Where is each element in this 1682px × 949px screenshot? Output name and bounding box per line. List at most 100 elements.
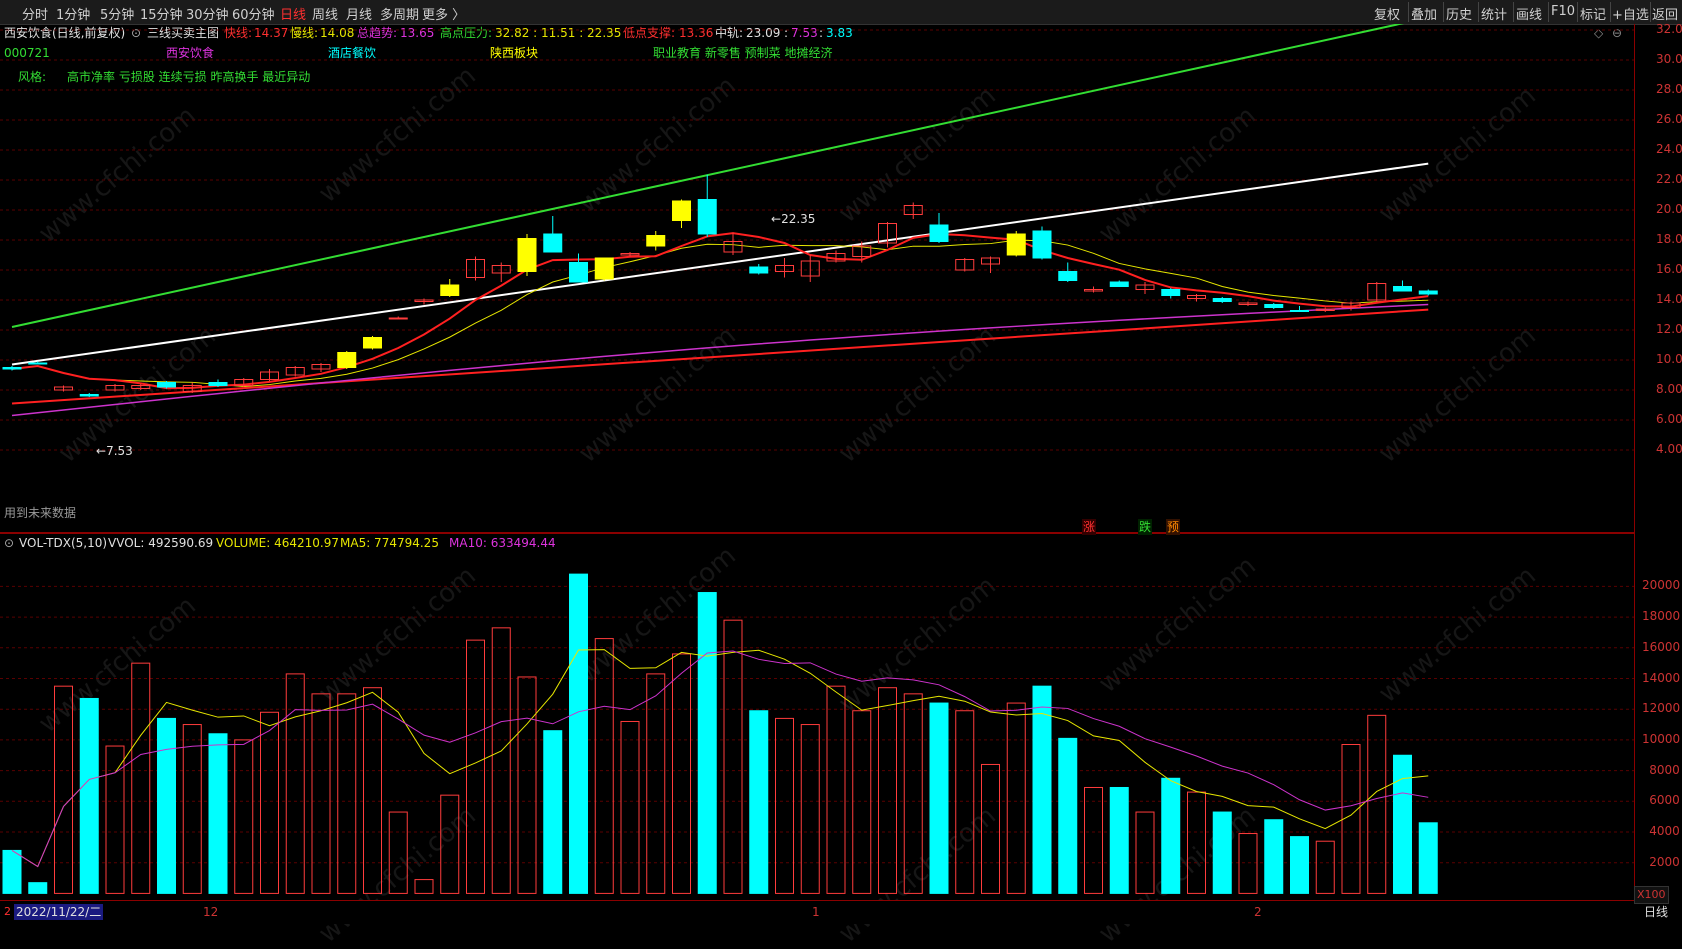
candle-body (594, 257, 614, 280)
tab-60min[interactable]: 60分钟 (232, 4, 275, 23)
volume-bar (723, 619, 743, 894)
volume-bar (852, 710, 872, 894)
price-tick-label: 12.00 (1656, 322, 1682, 336)
period-indicator: 日线 (1644, 905, 1669, 919)
resistance-line (11, 24, 1405, 328)
volume-bar (1418, 822, 1438, 894)
volume-bar (981, 763, 1000, 894)
volume-bar (157, 717, 176, 894)
button-draw-line[interactable]: 画线 (1516, 4, 1542, 23)
price-tick-label: 10.00 (1656, 352, 1682, 366)
volume-bar (1006, 702, 1026, 894)
tab-5min[interactable]: 5分钟 (100, 4, 134, 23)
button-mark[interactable]: 标记 (1580, 4, 1606, 23)
signal-predict-badge: 预 (1166, 519, 1181, 535)
volume-bar (517, 676, 537, 894)
button-add-favorite[interactable]: +自选 (1612, 4, 1649, 23)
candle-body (517, 238, 537, 272)
tab-multi-period[interactable]: 多周期 (380, 4, 419, 23)
volume-bar (955, 710, 975, 894)
volume-bar (1290, 836, 1309, 894)
volume-bar (234, 739, 254, 894)
candle-body (28, 362, 48, 365)
low-annotation: ←7.53 (96, 444, 133, 458)
button-restore-rights[interactable]: 复权 (1374, 4, 1400, 23)
tab-more[interactable]: 更多 〉 (422, 4, 465, 23)
volume-bar (929, 702, 949, 894)
volume-bar (208, 733, 228, 894)
price-tick-label: 18.00 (1656, 232, 1682, 246)
volume-bar (28, 882, 48, 894)
volume-value: VOLUME: 464210.97 (216, 536, 339, 550)
volume-bar (646, 673, 666, 894)
volume-bar (131, 662, 151, 894)
period-toolbar: 分时 1分钟 5分钟 15分钟 30分钟 60分钟 日线 周线 月线 多周期 更… (0, 0, 1682, 25)
candle-body (1393, 286, 1412, 292)
candle-body (1212, 298, 1232, 302)
volume-bar (800, 724, 820, 894)
mid-line (11, 162, 1429, 366)
tab-monthly[interactable]: 月线 (346, 4, 372, 23)
candle-body (1264, 304, 1284, 308)
volume-bar (285, 673, 305, 894)
candle-body (208, 382, 228, 386)
volume-tick-label: 4000 (1649, 824, 1680, 838)
candle-body (1161, 289, 1181, 296)
button-f10[interactable]: F10 (1551, 4, 1575, 19)
candle-body (1032, 230, 1052, 259)
volume-bar (414, 879, 434, 894)
volume-tick-label: 12000 (1642, 701, 1681, 716)
time-axis: 2 2022/11/22/二 12 1 2 日线 (0, 901, 1682, 924)
volume-bar (1212, 811, 1232, 894)
candle-body (79, 394, 99, 397)
tab-daily[interactable]: 日线 (280, 4, 306, 23)
kline-chart[interactable] (0, 24, 1682, 901)
month-label-12: 12 (203, 905, 219, 919)
month-label-2: 2 (1254, 905, 1262, 919)
ma5-value: MA5: 774794.25 (340, 536, 439, 550)
volume-bar (1058, 737, 1078, 894)
price-tick-label: 6.00 (1656, 412, 1682, 426)
button-statistics[interactable]: 统计 (1481, 4, 1507, 23)
tab-30min[interactable]: 30分钟 (186, 4, 229, 23)
price-tick-label: 28.00 (1656, 82, 1682, 96)
button-history[interactable]: 历史 (1446, 4, 1472, 23)
price-tick-label: 24.00 (1656, 142, 1682, 156)
button-back[interactable]: 返回 (1652, 4, 1678, 23)
volume-tick-label: 2000 (1649, 854, 1680, 869)
cursor-date: 2022/11/22/二 (14, 904, 104, 920)
volume-unit-label: X100 (1634, 886, 1669, 904)
tab-fenshi[interactable]: 分时 (22, 4, 48, 23)
price-tick-label: 22.00 (1656, 172, 1682, 186)
volume-tick-label: 20000 (1642, 578, 1681, 593)
volume-bar (79, 697, 99, 894)
candle-body (1006, 233, 1026, 256)
price-tick-label: 32.00 (1656, 22, 1682, 36)
tab-weekly[interactable]: 周线 (312, 4, 338, 23)
signal-up-badge: 涨 (1082, 519, 1097, 535)
tab-1min[interactable]: 1分钟 (56, 4, 90, 23)
volume-indicator-name[interactable]: VOL-TDX(5,10) (19, 535, 107, 551)
candle-body (749, 266, 769, 274)
candle-body (543, 233, 563, 253)
candle-body (697, 199, 717, 235)
volume-tick-label: 10000 (1642, 731, 1681, 746)
volume-bar (182, 724, 202, 894)
volume-bar (543, 730, 563, 894)
tab-15min[interactable]: 15分钟 (140, 4, 183, 23)
support-line (11, 308, 1429, 405)
volume-bar (594, 638, 614, 894)
volume-bar (311, 693, 331, 894)
candle-body (363, 337, 382, 349)
volume-collapse-icon[interactable]: ⊙ (4, 535, 14, 551)
candle-body (1058, 271, 1078, 281)
volume-bar (1032, 685, 1052, 894)
volume-bar (1135, 811, 1155, 894)
price-tick-label: 30.00 (1656, 52, 1682, 66)
panel-separator[interactable] (0, 532, 1634, 534)
volume-bar (620, 720, 640, 894)
volume-bar (569, 573, 588, 894)
button-overlay[interactable]: 叠加 (1411, 4, 1437, 23)
candle-body (337, 352, 357, 368)
volume-bar (260, 711, 279, 894)
